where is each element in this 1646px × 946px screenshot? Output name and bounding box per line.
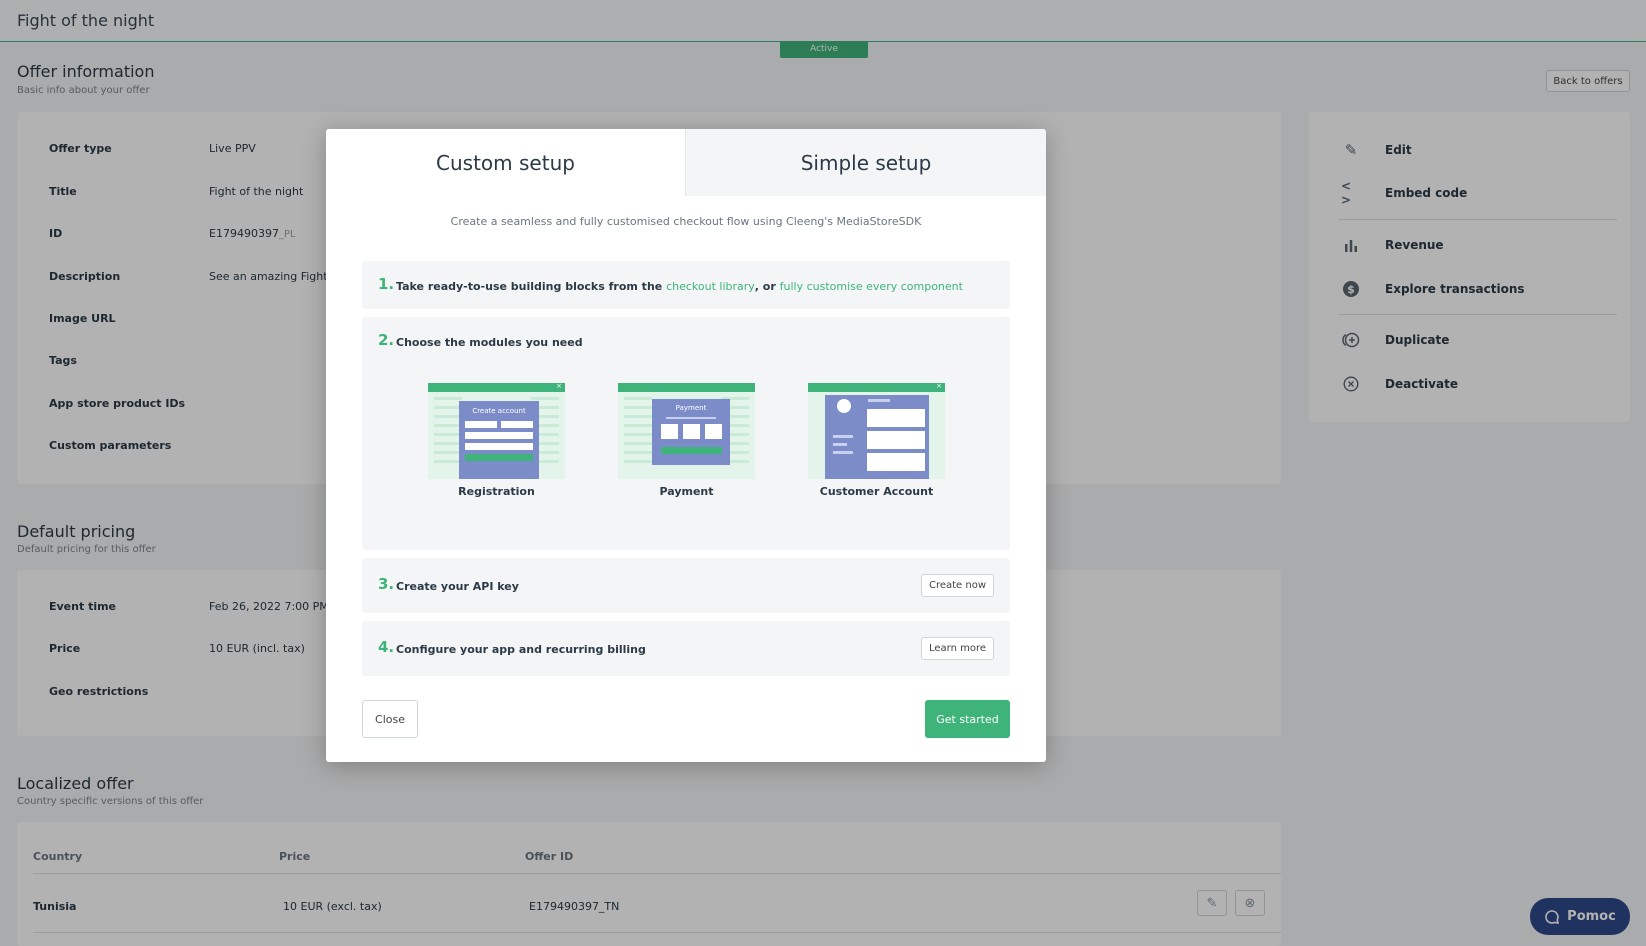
step-number: 2. [378,331,395,349]
customise-components-link[interactable]: fully customise every component [780,280,963,293]
close-button[interactable]: Close [362,700,418,738]
setup-modal: Custom setup Simple setup Create a seaml… [326,129,1046,762]
step-text: Configure your app and recurring billing [396,643,646,656]
modal-description: Create a seamless and fully customised c… [450,215,922,228]
module-label: Customer Account [819,485,934,498]
step-number: 4. [378,638,395,656]
module-label: Payment [659,485,714,498]
thumb-title: Create account [472,407,526,415]
step-text: Take ready-to-use building blocks from t… [396,280,963,293]
step-2: 2. Choose the modules you need × Create … [362,317,1010,550]
get-started-button[interactable]: Get started [925,700,1010,738]
registration-thumbnail: × Create account [428,383,565,479]
step-1-text-b: , or [754,280,780,293]
step-4: 4. Configure your app and recurring bill… [362,621,1010,676]
step-text: Choose the modules you need [396,336,583,349]
payment-thumbnail: Payment [618,383,755,479]
create-api-key-button[interactable]: Create now [921,574,994,597]
step-text: Create your API key [396,580,519,593]
checkout-library-link[interactable]: checkout library [666,280,755,293]
step-number: 3. [378,575,395,593]
setup-tabs: Custom setup Simple setup [326,129,1046,196]
step-1-text-a: Take ready-to-use building blocks from t… [396,280,667,293]
learn-more-button[interactable]: Learn more [921,637,994,660]
step-number: 1. [378,275,395,293]
module-payment[interactable]: Payment Payment [618,383,755,498]
tab-custom-setup[interactable]: Custom setup [326,129,686,196]
module-customer-account[interactable]: × Customer Account [808,383,945,498]
module-label: Registration [458,485,535,498]
step-3: 3. Create your API key Create now [362,558,1010,613]
module-registration[interactable]: × Create account Registration [428,383,565,498]
thumb-title: Payment [675,404,707,412]
tab-simple-setup[interactable]: Simple setup [686,129,1046,196]
step-1: 1. Take ready-to-use building blocks fro… [362,261,1010,309]
customer-account-thumbnail: × [808,383,945,479]
